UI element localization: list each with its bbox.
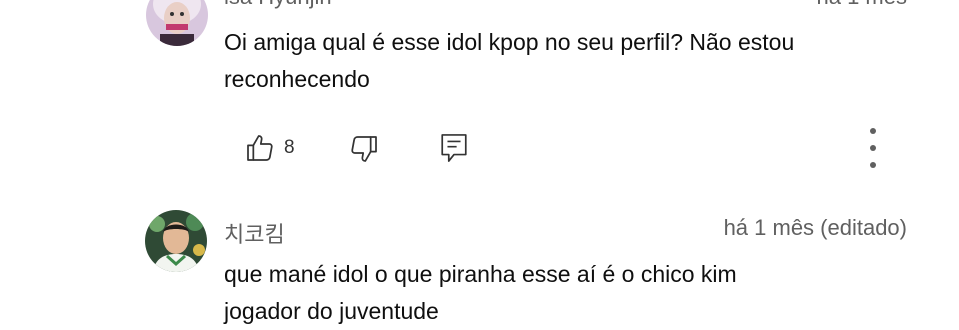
comment-author[interactable]: 치코킴 [224, 217, 285, 249]
reply-icon [438, 131, 470, 165]
comment-text-line: que mané idol o que piranha esse aí é o … [224, 261, 737, 287]
avatar-image [146, 0, 208, 46]
reply-button[interactable] [438, 131, 470, 165]
comment-text-line: jogador do juventude [224, 298, 439, 324]
dislike-button[interactable] [348, 133, 380, 165]
more-options-button[interactable] [867, 128, 879, 168]
avatar-image [145, 210, 207, 272]
comment-date[interactable]: há 1 mês [817, 0, 908, 10]
more-vert-icon-dot [870, 128, 876, 134]
comment-2: 치코킴 há 1 mês (editado) que mané idol o q… [0, 205, 959, 324]
more-vert-icon-dot [870, 145, 876, 151]
thumb-up-icon [244, 132, 276, 164]
comment-1: lsa Hyunjin há 1 mês Oi amiga qual é ess… [0, 0, 959, 190]
avatar[interactable] [146, 0, 208, 46]
comment-text: Oi amiga qual é esse idol kpop no seu pe… [224, 24, 914, 98]
like-count: 8 [284, 137, 295, 158]
comment-text-line: Oi amiga qual é esse idol kpop no seu pe… [224, 29, 795, 55]
comment-date[interactable]: há 1 mês (editado) [724, 215, 907, 241]
more-vert-icon-dot [870, 162, 876, 168]
like-button[interactable]: 8 [244, 132, 295, 164]
thumb-down-icon [348, 133, 380, 165]
avatar[interactable] [145, 210, 207, 272]
comment-text-line: reconhecendo [224, 66, 370, 92]
comment-author[interactable]: lsa Hyunjin [224, 0, 332, 10]
comment-actions: 8 [0, 128, 959, 168]
